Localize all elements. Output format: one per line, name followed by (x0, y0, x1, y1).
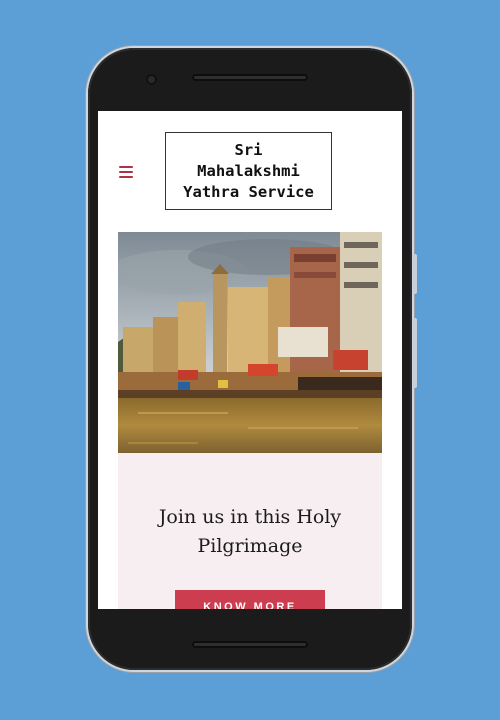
cta-panel: Join us in this Holy Pilgrimage KNOW MOR… (118, 453, 382, 609)
front-camera (146, 74, 157, 85)
phone-screen: Sri Mahalakshmi Yathra Service Join us i… (98, 111, 402, 609)
logo-line-2: Mahalakshmi (197, 161, 300, 180)
power-button (413, 254, 417, 294)
top-speaker (192, 74, 308, 81)
hero-image (118, 232, 382, 453)
volume-button (413, 318, 417, 388)
bottom-speaker (192, 641, 308, 648)
logo-line-1: Sri (234, 140, 263, 159)
cta-headline: Join us in this Holy Pilgrimage (118, 503, 382, 561)
site-logo[interactable]: Sri Mahalakshmi Yathra Service (165, 132, 332, 210)
headline-line-2: Pilgrimage (197, 535, 303, 557)
headline-line-1: Join us in this Holy (158, 506, 342, 528)
know-more-button[interactable]: KNOW MORE (175, 590, 325, 609)
hamburger-menu-icon[interactable] (119, 166, 133, 178)
logo-line-3: Yathra Service (183, 182, 314, 201)
phone-frame: Sri Mahalakshmi Yathra Service Join us i… (88, 48, 417, 670)
